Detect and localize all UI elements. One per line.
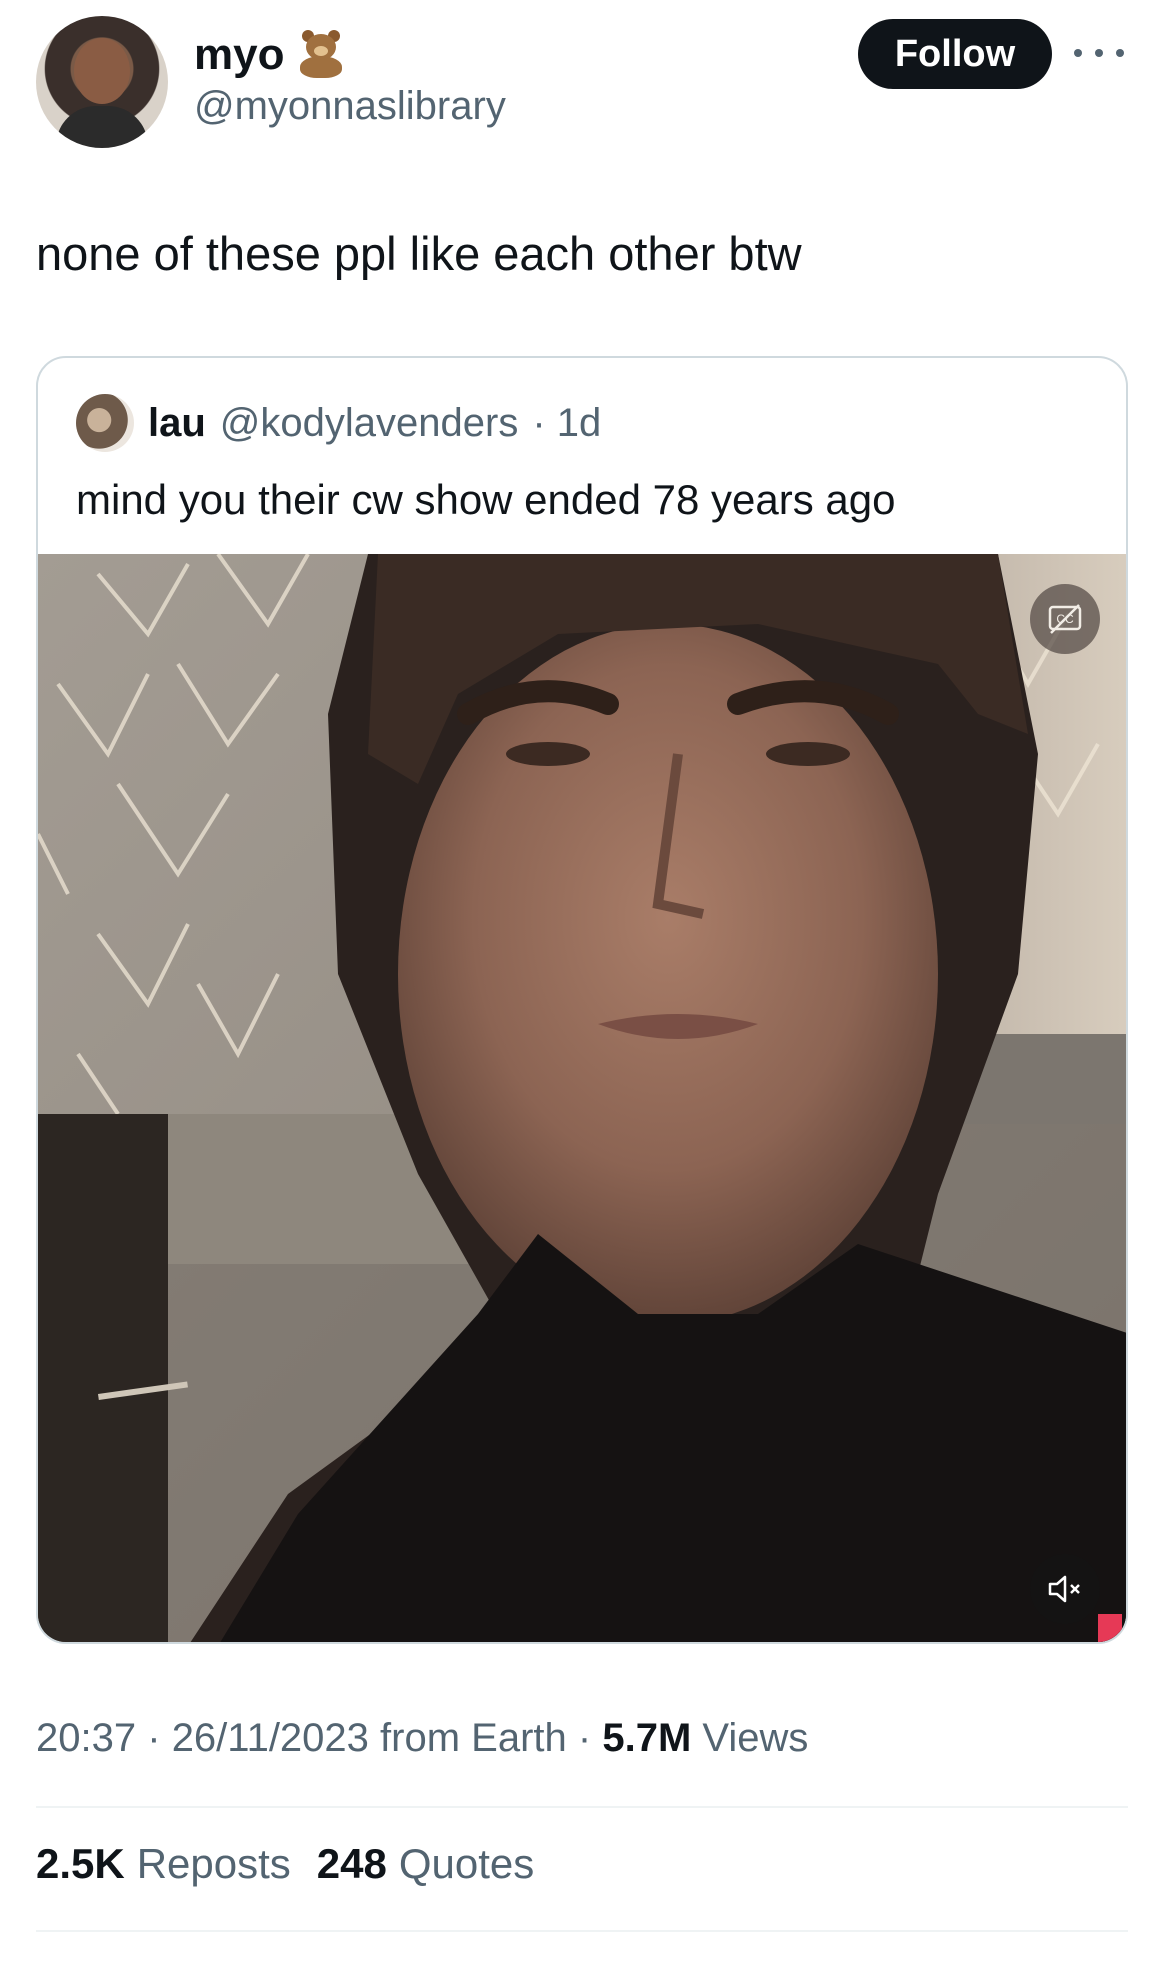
- engagement-stats: 2.5K Reposts 248 Quotes: [36, 1840, 534, 1888]
- quotes-count: 248: [316, 1840, 387, 1887]
- video-frame: [38, 554, 1126, 1642]
- tweet-header: myo @myonnaslibrary Follow: [0, 0, 1170, 170]
- reposts-stat[interactable]: 2.5K Reposts: [36, 1840, 291, 1888]
- author-handle[interactable]: @myonnaslibrary: [194, 84, 506, 129]
- views-count: 5.7M: [602, 1716, 692, 1760]
- tweet-metadata: 20:37 · 26/11/2023 from Earth · 5.7M Vie…: [36, 1716, 808, 1761]
- video-player[interactable]: CC: [38, 554, 1126, 1642]
- quoted-tweet-time: · 1d: [532, 400, 602, 445]
- quoted-tweet-card[interactable]: lau @kodylavenders · 1d mind you their c…: [36, 356, 1128, 1644]
- quoted-tweet-header: lau @kodylavenders · 1d: [76, 394, 601, 452]
- divider: [36, 1806, 1128, 1808]
- quotes-label: Quotes: [398, 1840, 535, 1887]
- tweet-text: none of these ppl like each other btw: [36, 227, 802, 280]
- separator: ·: [577, 1716, 592, 1760]
- follow-button[interactable]: Follow: [858, 19, 1052, 89]
- mute-icon[interactable]: [1030, 1554, 1100, 1624]
- tweet-time[interactable]: 20:37: [36, 1716, 136, 1760]
- separator: ·: [147, 1716, 161, 1760]
- quoted-author-name: lau: [148, 400, 206, 445]
- quotes-stat[interactable]: 248 Quotes: [317, 1840, 535, 1888]
- tweet-source: from Earth: [380, 1716, 567, 1760]
- teddy-bear-icon: [296, 30, 346, 80]
- author-display-name[interactable]: myo: [194, 30, 284, 80]
- author-name-row[interactable]: myo: [194, 30, 346, 80]
- tweet-date[interactable]: 26/11/2023: [172, 1716, 369, 1760]
- quoted-author-handle: @kodylavenders: [219, 400, 519, 445]
- views-label: Views: [702, 1716, 809, 1760]
- reposts-count: 2.5K: [36, 1840, 125, 1887]
- reposts-label: Reposts: [136, 1840, 291, 1887]
- quoted-tweet-text: mind you their cw show ended 78 years ag…: [76, 476, 896, 523]
- author-avatar[interactable]: [36, 16, 168, 148]
- captions-icon[interactable]: CC: [1030, 584, 1100, 654]
- divider: [36, 1930, 1128, 1932]
- quoted-author-avatar: [76, 394, 134, 452]
- more-options-icon[interactable]: [1074, 40, 1124, 66]
